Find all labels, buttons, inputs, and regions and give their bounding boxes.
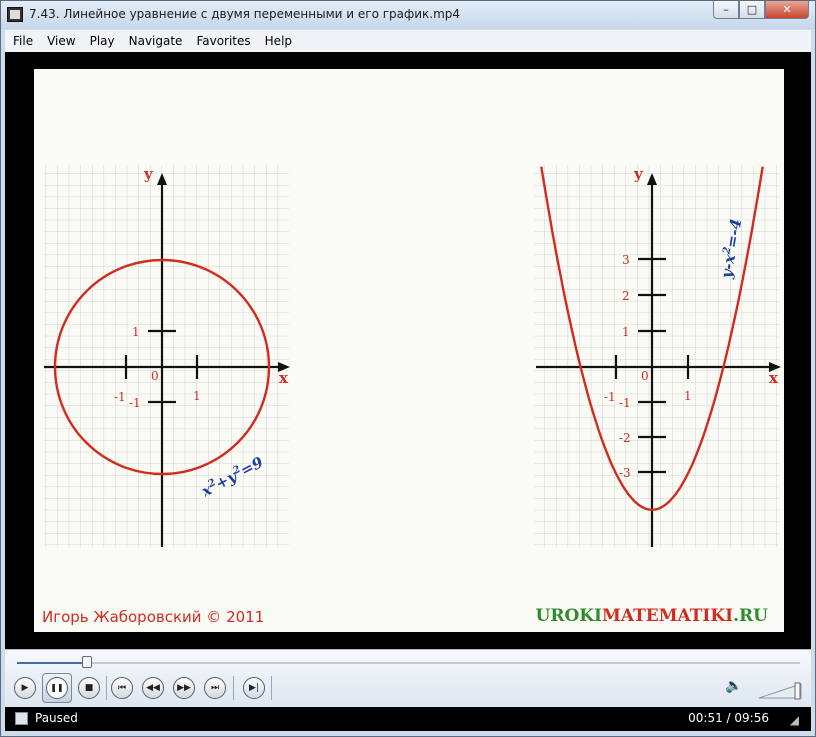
menu-help[interactable]: Help: [265, 34, 292, 48]
left-label-yneg1: -1: [129, 396, 141, 410]
volume-slider[interactable]: [757, 682, 803, 700]
menu-play[interactable]: Play: [90, 34, 115, 48]
close-icon: ✕: [782, 3, 792, 16]
math-slide: y x 0 -1 1 1 -1 x2+y2=9 y x 0 -1 1 1 2 3…: [44, 165, 781, 547]
maximize-button[interactable]: □: [739, 1, 765, 19]
window-controls: – □ ✕: [713, 1, 809, 21]
player-window: 7.43. Линейное уравнение с двумя перемен…: [0, 0, 816, 737]
site-logo: UROKIMATEMATIKI.RU: [535, 606, 768, 626]
close-button[interactable]: ✕: [765, 1, 809, 19]
right-label-ypos1: 1: [622, 325, 630, 339]
minimize-button[interactable]: –: [713, 1, 739, 19]
rewind-icon: ◀◀: [146, 682, 160, 693]
right-label-xneg1: -1: [604, 390, 616, 404]
seek-thumb[interactable]: [81, 656, 92, 668]
window-title: 7.43. Линейное уравнение с двумя перемен…: [29, 7, 461, 21]
minimize-icon: –: [723, 3, 729, 16]
status-text: Paused: [35, 711, 78, 725]
right-y-label: y: [633, 165, 644, 183]
right-label-yneg3: -3: [619, 466, 631, 480]
title-bar[interactable]: 7.43. Линейное уравнение с двумя перемен…: [1, 1, 815, 29]
player-controls: ▶ ❚❚ ■ ⏮ ◀◀ ▶▶ ⏭ ▶| 🔈: [5, 649, 811, 708]
left-graph: y x 0 -1 1 1 -1 x2+y2=9: [44, 165, 290, 547]
stop-button[interactable]: ■: [78, 677, 100, 699]
menu-bar: File View Play Navigate Favorites Help: [5, 30, 811, 53]
right-label-yneg2: -2: [619, 431, 631, 445]
right-graph: y x 0 -1 1 1 2 3 -1 -2 -3 y-x2=-4: [534, 165, 781, 547]
status-icon: [15, 712, 28, 725]
video-frame: y x 0 -1 1 1 -1 x2+y2=9 y x 0 -1 1 1 2 3…: [34, 69, 784, 632]
seek-bar[interactable]: [17, 656, 800, 668]
rewind-button[interactable]: ◀◀: [142, 677, 164, 699]
time-display: 00:51 / 09:56: [688, 711, 769, 725]
next-button[interactable]: ⏭: [204, 677, 226, 699]
right-label-yneg1: -1: [619, 396, 631, 410]
menu-view[interactable]: View: [47, 34, 75, 48]
stop-icon: ■: [84, 682, 94, 693]
right-origin-label: 0: [641, 369, 649, 383]
step-icon: ▶|: [249, 682, 259, 693]
volume-icon[interactable]: 🔈: [725, 678, 742, 694]
pause-icon: ❚❚: [46, 677, 68, 699]
left-y-label: y: [143, 165, 154, 183]
volume-thumb[interactable]: [794, 682, 801, 700]
menu-navigate[interactable]: Navigate: [129, 34, 183, 48]
right-x-label: x: [769, 369, 779, 387]
play-button[interactable]: ▶: [14, 677, 36, 699]
pause-button[interactable]: ❚❚: [42, 673, 72, 703]
left-grid: [44, 165, 289, 547]
previous-icon: ⏮: [117, 682, 127, 693]
left-label-xneg1: -1: [114, 390, 126, 404]
separator: [233, 676, 234, 700]
menu-favorites[interactable]: Favorites: [196, 34, 250, 48]
right-label-xpos1: 1: [684, 389, 692, 403]
play-icon: ▶: [21, 682, 29, 693]
fast-forward-button[interactable]: ▶▶: [173, 677, 195, 699]
previous-button[interactable]: ⏮: [111, 677, 133, 699]
separator: [106, 676, 107, 700]
seek-progress: [17, 662, 87, 664]
next-icon: ⏭: [210, 682, 220, 693]
right-label-ypos3: 3: [622, 253, 630, 267]
right-label-ypos2: 2: [622, 289, 630, 303]
left-label-xpos1: 1: [193, 389, 201, 403]
left-x-label: x: [279, 369, 289, 387]
fast-forward-icon: ▶▶: [177, 682, 191, 693]
left-origin-label: 0: [151, 369, 159, 383]
resize-grip-icon[interactable]: ◢: [790, 713, 799, 727]
status-bar: Paused 00:51 / 09:56 ◢: [5, 707, 811, 731]
maximize-icon: □: [746, 3, 758, 16]
author-signature: Игорь Жаборовский © 2011: [42, 608, 265, 626]
media-player-icon: [7, 7, 23, 22]
left-label-ypos1: 1: [132, 325, 140, 339]
menu-file[interactable]: File: [13, 34, 33, 48]
step-button[interactable]: ▶|: [243, 677, 265, 699]
separator: [271, 676, 272, 700]
